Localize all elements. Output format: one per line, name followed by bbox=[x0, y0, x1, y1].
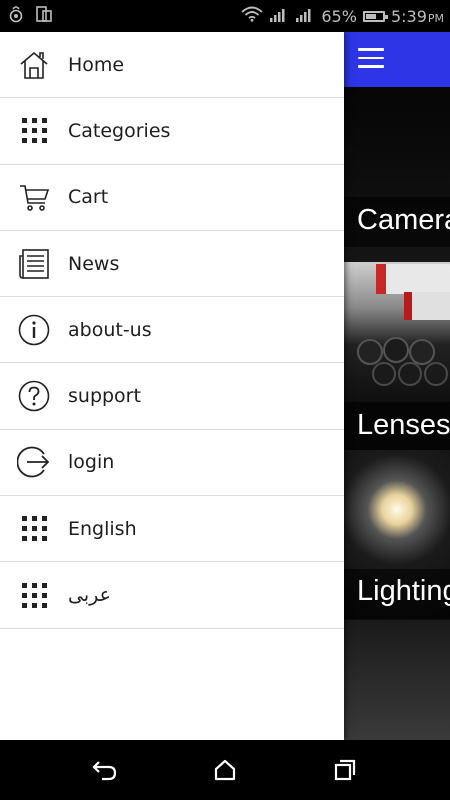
wifi-icon bbox=[241, 6, 263, 26]
grid-icon bbox=[17, 114, 51, 148]
drawer-item-label: support bbox=[68, 385, 141, 408]
battery-percent: 65% bbox=[321, 6, 357, 26]
grid-icon bbox=[17, 578, 51, 612]
drawer-item-arabic[interactable]: عربى bbox=[0, 562, 344, 629]
drawer-item-support[interactable]: support bbox=[0, 363, 344, 430]
screen: 65% 5:39PM Cameras bbox=[0, 0, 450, 800]
drawer-item-label: News bbox=[68, 252, 120, 275]
drawer-item-label: عربى bbox=[68, 584, 111, 607]
signal-icon-1 bbox=[269, 7, 289, 26]
category-label-lighting: Lighting bbox=[357, 575, 450, 607]
drawer-item-cart[interactable]: Cart bbox=[0, 165, 344, 231]
battery-level bbox=[365, 13, 376, 19]
recents-icon bbox=[334, 759, 356, 781]
system-nav-bar bbox=[0, 740, 450, 800]
status-left bbox=[8, 5, 52, 27]
drawer-item-login[interactable]: login bbox=[0, 430, 344, 497]
battery-icon bbox=[362, 10, 388, 22]
lenses-image bbox=[357, 264, 450, 386]
drawer-item-label: login bbox=[68, 451, 115, 474]
clock-time: 5:39 bbox=[390, 6, 427, 26]
drawer-item-label: English bbox=[68, 517, 137, 540]
back-icon bbox=[92, 761, 117, 781]
navigation-drawer: Home Categories Cart News about-us suppo… bbox=[0, 32, 344, 740]
login-icon bbox=[17, 445, 51, 479]
newspaper-icon bbox=[17, 247, 51, 281]
status-bar: 65% 5:39PM bbox=[0, 0, 450, 32]
home-icon bbox=[17, 48, 51, 82]
drawer-item-categories[interactable]: Categories bbox=[0, 98, 344, 165]
app-bar bbox=[344, 32, 450, 87]
drawer-item-english[interactable]: English bbox=[0, 496, 344, 563]
drawer-item-label: Cart bbox=[68, 186, 109, 209]
category-tile-lenses[interactable] bbox=[344, 262, 450, 412]
home-button[interactable] bbox=[210, 755, 240, 785]
menu-line bbox=[358, 65, 384, 68]
drawer-item-news[interactable]: News bbox=[0, 231, 344, 298]
menu-line bbox=[358, 56, 384, 59]
recents-button[interactable] bbox=[330, 755, 360, 785]
drawer-item-label: Categories bbox=[68, 119, 171, 142]
category-label-cameras: Cameras bbox=[357, 204, 450, 236]
back-button[interactable] bbox=[90, 755, 120, 785]
info-icon bbox=[17, 313, 51, 347]
notification-icon bbox=[8, 5, 24, 27]
drawer-item-label: Home bbox=[68, 53, 125, 76]
drawer-item-label: about-us bbox=[68, 318, 152, 341]
sim-card-icon bbox=[36, 5, 52, 27]
grid-icon bbox=[17, 512, 51, 546]
category-label-lenses: Lenses bbox=[357, 409, 450, 441]
clock: 5:39PM bbox=[391, 7, 444, 26]
clock-ampm: PM bbox=[427, 11, 444, 25]
question-icon bbox=[17, 379, 51, 413]
menu-button[interactable] bbox=[358, 48, 384, 70]
drawer-item-home[interactable]: Home bbox=[0, 32, 344, 99]
menu-line bbox=[358, 48, 384, 51]
category-tile-more[interactable] bbox=[344, 620, 450, 740]
home-nav-icon bbox=[214, 759, 236, 781]
cart-icon bbox=[17, 180, 51, 214]
drawer-item-about-us[interactable]: about-us bbox=[0, 297, 344, 364]
status-right: 65% 5:39PM bbox=[241, 6, 444, 26]
signal-icon-2 bbox=[295, 7, 315, 26]
